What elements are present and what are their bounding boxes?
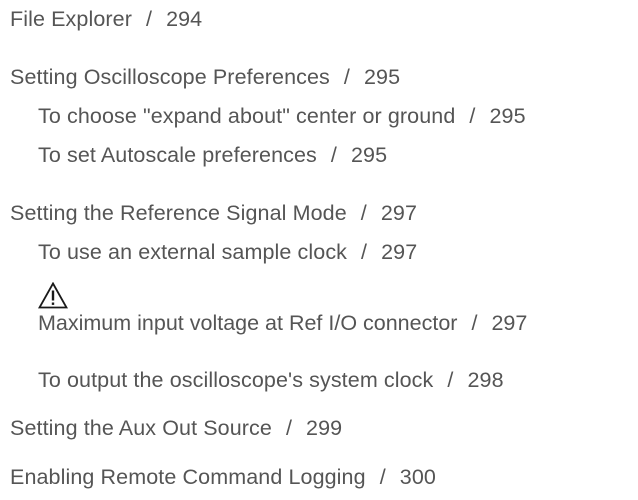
toc-entry-remote-command-logging[interactable]: Enabling Remote Command Logging / 300 — [10, 464, 436, 490]
toc-entry-title: Setting the Reference Signal Mode — [10, 201, 347, 225]
toc-entry-page: 299 — [306, 416, 343, 440]
toc-entry-expand-about[interactable]: To choose "expand about" center or groun… — [38, 103, 526, 129]
toc-entry-title: To output the oscilloscope's system cloc… — [38, 368, 434, 392]
toc-entry-page: 297 — [381, 240, 418, 264]
toc-entry-title: File Explorer — [10, 7, 132, 31]
toc-entry-title: To set Autoscale preferences — [38, 143, 317, 167]
toc-entry-title: Maximum input voltage at Ref I/O connect… — [38, 311, 458, 335]
toc-entry-aux-out-source[interactable]: Setting the Aux Out Source / 299 — [10, 415, 342, 441]
toc-separator: / — [471, 311, 478, 335]
toc-entry-autoscale-preferences[interactable]: To set Autoscale preferences / 295 — [38, 142, 387, 168]
toc-entry-page: 294 — [166, 7, 203, 31]
toc-separator: / — [330, 143, 337, 167]
toc-entry-page: 298 — [467, 368, 504, 392]
toc-separator: / — [379, 465, 386, 489]
toc-entry-title: Setting Oscilloscope Preferences — [10, 65, 330, 89]
toc-entry-line: Maximum input voltage at Ref I/O connect… — [38, 310, 527, 336]
toc-separator: / — [361, 240, 368, 264]
toc-entry-page: 297 — [491, 311, 528, 335]
toc-separator: / — [447, 368, 454, 392]
toc-separator: / — [285, 416, 293, 440]
toc-entry-page: 295 — [363, 65, 401, 89]
toc-entry-file-explorer[interactable]: File Explorer / 294 — [10, 6, 202, 32]
toc-entry-title: Enabling Remote Command Logging — [10, 465, 366, 489]
toc-entry-title: Setting the Aux Out Source — [10, 416, 272, 440]
toc-entry-title: To use an external sample clock — [38, 240, 348, 264]
toc-entry-page: 295 — [489, 104, 526, 128]
toc-entry-page: 295 — [350, 143, 388, 167]
toc-entry-reference-signal-mode[interactable]: Setting the Reference Signal Mode / 297 — [10, 200, 417, 226]
toc-entry-oscilloscope-preferences[interactable]: Setting Oscilloscope Preferences / 295 — [10, 64, 400, 90]
toc-separator: / — [469, 104, 476, 128]
toc-entry-page: 297 — [380, 201, 418, 225]
toc-entry-title: To choose "expand about" center or groun… — [38, 104, 456, 128]
toc-separator: / — [145, 7, 153, 31]
warning-triangle-icon — [38, 282, 68, 309]
toc-entry-system-clock-output[interactable]: To output the oscilloscope's system cloc… — [38, 367, 504, 393]
toc-entry-page: 300 — [399, 465, 436, 489]
toc-separator: / — [360, 201, 367, 225]
toc-entry-max-input-voltage[interactable]: Maximum input voltage at Ref I/O connect… — [38, 282, 527, 336]
toc-separator: / — [343, 65, 350, 89]
table-of-contents: File Explorer / 294 Setting Oscilloscope P… — [0, 0, 638, 500]
toc-entry-external-sample-clock[interactable]: To use an external sample clock / 297 — [38, 239, 417, 265]
